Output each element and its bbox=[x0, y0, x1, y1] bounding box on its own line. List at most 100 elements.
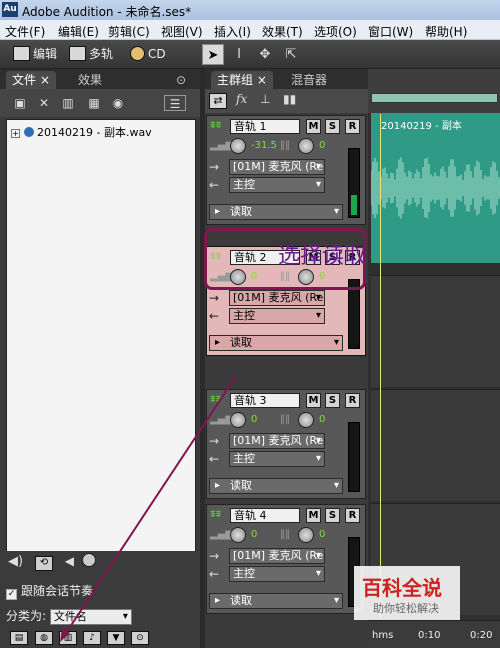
mute-button[interactable]: M bbox=[306, 508, 321, 523]
pan-knob[interactable] bbox=[298, 138, 314, 154]
ruler-tick: 0:20 bbox=[470, 630, 493, 641]
move-tool-button[interactable]: ➤ bbox=[202, 44, 224, 65]
play-icon[interactable]: ◉ bbox=[110, 95, 126, 111]
track-input-select[interactable]: [01M] 麦克风 (Re bbox=[229, 548, 325, 564]
track-strip[interactable]: ⩨⩨ 音轨 1 M S R ▂▄▆ -31.5 ‖‖ 0 → [01M] 麦克风… bbox=[206, 115, 366, 225]
volume-value[interactable]: 0 bbox=[251, 414, 257, 425]
track-lane-3[interactable] bbox=[371, 389, 500, 501]
fx-icon[interactable]: fx bbox=[236, 92, 247, 106]
loop-icon[interactable]: ⟲ bbox=[34, 556, 53, 571]
playback-controls: ◀) ⟲ ◀ bbox=[8, 553, 96, 571]
menu-view[interactable]: 视图(V) bbox=[161, 23, 203, 40]
menu-effects[interactable]: 效果(T) bbox=[262, 23, 303, 40]
cd-file-icon[interactable]: ⊙ bbox=[131, 631, 149, 645]
track-name[interactable]: 音轨 3 bbox=[230, 393, 300, 408]
sort-select[interactable]: 文件名 bbox=[49, 609, 132, 625]
menu-edit[interactable]: 编辑(E) bbox=[58, 23, 99, 40]
track-name[interactable]: 音轨 4 bbox=[230, 508, 300, 523]
volume-knob[interactable] bbox=[230, 527, 246, 543]
volume-knob[interactable] bbox=[81, 553, 96, 567]
midi-icon[interactable]: ▥ bbox=[59, 631, 77, 645]
select-tool-button[interactable]: ⇱ bbox=[280, 44, 302, 65]
eq-icon[interactable]: ▮▮ bbox=[283, 92, 296, 106]
loop-file-icon[interactable]: ◍ bbox=[35, 631, 53, 645]
insert-cd-icon[interactable]: ▦ bbox=[86, 95, 102, 111]
track-input-select[interactable]: [01M] 麦克风 (Re bbox=[229, 290, 325, 306]
track-waveform-icon: ⩨⩨ bbox=[210, 394, 222, 405]
sends-icon[interactable]: ⊥ bbox=[260, 92, 270, 106]
pan-value[interactable]: 0 bbox=[319, 414, 325, 425]
track-input-select[interactable]: [01M] 麦克风 (Re bbox=[229, 159, 325, 175]
track-lane-2[interactable] bbox=[371, 275, 500, 387]
expand-icon[interactable]: + bbox=[11, 129, 20, 138]
track-strip[interactable]: ⩨⩨ 音轨 3 M S R ▂▄▆ 0 ‖‖ 0 → [01M] 麦克风 (Re… bbox=[206, 389, 366, 499]
hybrid-tool-button[interactable]: ✥ bbox=[254, 44, 276, 65]
list-item[interactable]: +20140219 - 副本.wav bbox=[11, 124, 152, 140]
pan-value[interactable]: 0 bbox=[319, 140, 325, 151]
track-input-select[interactable]: [01M] 麦克风 (Re bbox=[229, 433, 325, 449]
menu-bar: 文件(F) 编辑(E) 剪辑(C) 视图(V) 插入(I) 效果(T) 选项(O… bbox=[0, 20, 500, 40]
playhead[interactable] bbox=[380, 114, 381, 619]
follow-tempo-row[interactable]: ✓ 跟随会话节奏 bbox=[6, 582, 93, 600]
track-output-select[interactable]: 主控 bbox=[229, 451, 325, 467]
time-ruler[interactable]: hms 0:10 0:20 bbox=[368, 620, 500, 648]
tab-mixer[interactable]: 混音器 bbox=[285, 71, 333, 89]
multitrack-view-button[interactable]: 多轨 bbox=[69, 44, 113, 65]
solo-button[interactable]: S bbox=[325, 508, 340, 523]
speaker-icon[interactable]: ◀) bbox=[8, 554, 23, 569]
track-name[interactable]: 音轨 1 bbox=[230, 119, 300, 134]
music-note-icon[interactable]: ♪ bbox=[83, 631, 101, 645]
solo-button[interactable]: S bbox=[325, 393, 340, 408]
timeline-panel: 20140219 - 副本 bbox=[368, 69, 500, 648]
window-title: Adobe Audition - 未命名.ses* bbox=[22, 5, 192, 19]
volume-knob[interactable] bbox=[230, 138, 246, 154]
input-output-icon[interactable]: ⇄ bbox=[209, 93, 227, 109]
volume-knob[interactable] bbox=[230, 412, 246, 428]
tab-effects[interactable]: 效果 bbox=[72, 71, 108, 89]
audio-clip[interactable]: 20140219 - 副本 bbox=[371, 113, 500, 263]
left-panel-tabs: 文件 × 效果 ⊙ bbox=[0, 69, 200, 89]
tab-main-group[interactable]: 主群组 × bbox=[211, 71, 273, 89]
pan-value[interactable]: 0 bbox=[319, 529, 325, 540]
volume-icon[interactable]: ◀ bbox=[65, 554, 74, 568]
close-file-icon[interactable]: ✕ bbox=[36, 95, 52, 111]
panel-menu-icon[interactable]: ⊙ bbox=[176, 71, 186, 89]
automation-mode-select[interactable]: 读取 bbox=[209, 204, 343, 220]
menu-insert[interactable]: 插入(I) bbox=[214, 23, 251, 40]
track-output-select[interactable]: 主控 bbox=[229, 177, 325, 193]
automation-mode-select[interactable]: 读取 bbox=[209, 593, 343, 609]
insert-multitrack-icon[interactable]: ▥ bbox=[60, 95, 76, 111]
pan-knob[interactable] bbox=[298, 527, 314, 543]
mute-button[interactable]: M bbox=[306, 119, 321, 134]
track-controls-panel: 主群组 × 混音器 ⇄ fx ⊥ ▮▮ ⩨⩨ 音轨 1 M S R ▂▄▆ -3… bbox=[205, 69, 368, 648]
timeline-zoom-scrollbar[interactable] bbox=[371, 93, 498, 103]
menu-window[interactable]: 窗口(W) bbox=[368, 23, 413, 40]
track-output-select[interactable]: 主控 bbox=[229, 566, 325, 582]
track-strip[interactable]: ⩨⩨ 音轨 4 M S R ▂▄▆ 0 ‖‖ 0 → [01M] 麦克风 (Re… bbox=[206, 504, 366, 614]
record-button[interactable]: R bbox=[345, 508, 360, 523]
cd-view-button[interactable]: CD bbox=[130, 44, 166, 65]
record-button[interactable]: R bbox=[345, 393, 360, 408]
automation-mode-select[interactable]: 读取 bbox=[209, 335, 343, 351]
time-selection-tool-button[interactable]: I bbox=[228, 44, 250, 65]
solo-button[interactable]: S bbox=[325, 119, 340, 134]
menu-options[interactable]: 选项(O) bbox=[314, 23, 357, 40]
waveform-view-icon[interactable]: ▤ bbox=[10, 631, 28, 645]
pan-knob[interactable] bbox=[298, 412, 314, 428]
menu-help[interactable]: 帮助(H) bbox=[425, 23, 467, 40]
track-output-select[interactable]: 主控 bbox=[229, 308, 325, 324]
menu-file[interactable]: 文件(F) bbox=[5, 23, 45, 40]
tab-files[interactable]: 文件 × bbox=[6, 71, 56, 89]
filter-icon[interactable]: ▼ bbox=[107, 631, 125, 645]
automation-mode-select[interactable]: 读取 bbox=[209, 478, 343, 494]
record-button[interactable]: R bbox=[345, 119, 360, 134]
menu-clip[interactable]: 剪辑(C) bbox=[108, 23, 150, 40]
view-options-icon[interactable]: ☰ bbox=[164, 95, 186, 111]
volume-value[interactable]: -31.5 bbox=[251, 140, 277, 151]
mute-button[interactable]: M bbox=[306, 393, 321, 408]
volume-value[interactable]: 0 bbox=[251, 529, 257, 540]
follow-tempo-checkbox[interactable]: ✓ bbox=[6, 589, 17, 600]
import-file-icon[interactable]: ▣ bbox=[12, 95, 28, 111]
edit-view-button[interactable]: 编辑 bbox=[13, 44, 57, 65]
waveform-path bbox=[371, 157, 500, 219]
